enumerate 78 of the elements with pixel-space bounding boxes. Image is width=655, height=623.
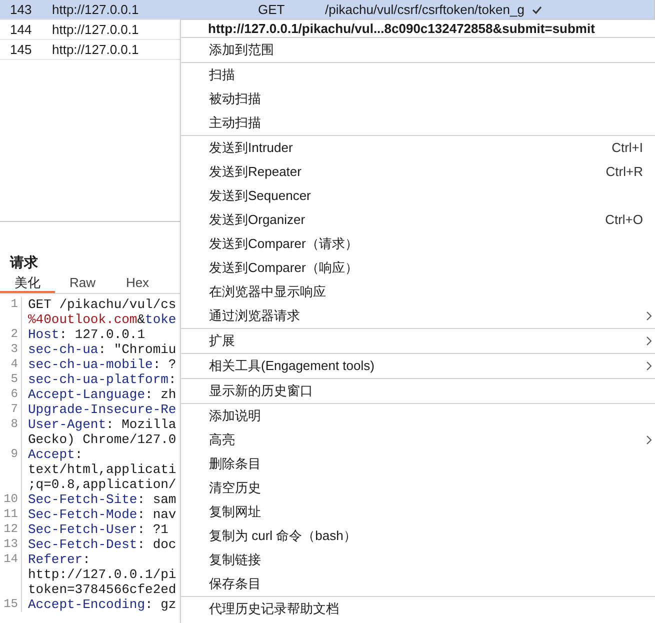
code-line: Accept-Language: zh xyxy=(28,387,176,402)
code-line: Gecko) Chrome/127.0 xyxy=(28,432,176,447)
menu-item[interactable]: 复制为 curl 命令（bash） xyxy=(181,524,655,548)
tab[interactable]: 美化 xyxy=(0,274,55,293)
table-cell-text: http://127.0.0.1 xyxy=(52,40,140,59)
code-line: text/html,applicati xyxy=(28,462,176,477)
menu-item[interactable]: 主动扫描 xyxy=(181,111,655,135)
line-number: 7 xyxy=(10,402,19,417)
line-number: 9 xyxy=(10,447,19,462)
code-line: ;q=0.8,application/ xyxy=(28,477,176,492)
line-number: 11 xyxy=(2,507,19,522)
line-number: 15 xyxy=(2,597,19,612)
code-line: GET /pikachu/vul/cs xyxy=(28,297,176,312)
code-line: %40outlook.com&toke xyxy=(28,312,176,327)
tab[interactable]: Raw xyxy=(55,274,110,293)
menu-item[interactable]: 发送到Comparer（响应） xyxy=(181,256,655,280)
code-line: User-Agent: Mozilla xyxy=(28,417,176,432)
line-number: 3 xyxy=(10,342,19,357)
check-icon xyxy=(532,6,542,14)
code-line: Sec-Fetch-Site: sam xyxy=(28,492,176,507)
code-line: Sec-Fetch-Mode: nav xyxy=(28,507,176,522)
table-cell-text: /pikachu/vul/csrf/csrftoken/token_g xyxy=(325,0,524,19)
code-line: Sec-Fetch-User: ?1 xyxy=(28,522,170,537)
code-line: sec-ch-ua-mobile: ? xyxy=(28,357,176,372)
menu-item[interactable]: 扩展 xyxy=(181,329,655,353)
table-cell-text: 145 xyxy=(10,40,33,59)
code-line: Host: 127.0.0.1 xyxy=(28,327,146,342)
table-cell-text: 144 xyxy=(10,20,33,39)
table-row[interactable]: 143 http://127.0.0.1 GET /pikachu/vul/csrf/csrftoken/token_g xyxy=(0,0,654,20)
menu-item[interactable]: 发送到Repeater Ctrl+R xyxy=(181,160,655,184)
line-number: 1 xyxy=(10,297,19,312)
shortcut-label: Ctrl+R xyxy=(606,163,643,182)
menu-item[interactable]: 高亮 xyxy=(181,428,655,452)
code-line: Referer: xyxy=(28,552,92,567)
code-line: sec-ch-ua: "Chromiu xyxy=(28,342,176,357)
table-cell-text: http://127.0.0.1 xyxy=(52,20,140,39)
shortcut-label: Ctrl+O xyxy=(605,211,643,230)
menu-item[interactable]: 添加到范围 xyxy=(181,38,655,62)
code-line: sec-ch-ua-platform: xyxy=(28,372,176,387)
menu-item[interactable]: 被动扫描 xyxy=(181,87,655,111)
line-number: 2 xyxy=(10,327,19,342)
tab[interactable]: Hex xyxy=(110,274,165,293)
panel-title: 请求 xyxy=(10,254,38,270)
line-number: 4 xyxy=(10,357,19,372)
line-number: 8 xyxy=(10,417,19,432)
table-cell-text: http://127.0.0.1 xyxy=(52,0,140,19)
line-number: 10 xyxy=(2,492,19,507)
menu-header: http://127.0.0.1/pikachu/vul...8c090c132472858&submit=submit xyxy=(207,20,596,37)
menu-item[interactable]: 复制链接 xyxy=(181,548,655,572)
menu-item[interactable]: 发送到Intruder Ctrl+I xyxy=(181,136,655,160)
menu-item[interactable]: 添加说明 xyxy=(181,404,655,428)
menu-item[interactable]: 发送到Organizer Ctrl+O xyxy=(181,208,655,232)
menu-item[interactable]: 发送到Comparer（请求） xyxy=(181,232,655,256)
code-line: Accept: xyxy=(28,447,84,462)
menu-item[interactable]: 显示新的历史窗口 xyxy=(181,379,655,403)
code-line: Accept-Encoding: gz xyxy=(28,597,176,612)
table-cell-text: 143 xyxy=(10,0,33,19)
line-number: 6 xyxy=(10,387,19,402)
menu-item[interactable]: 删除条目 xyxy=(181,452,655,476)
menu-item[interactable]: 保存条目 xyxy=(181,572,655,596)
menu-item[interactable]: 通过浏览器请求 xyxy=(181,304,655,328)
line-number: 12 xyxy=(2,522,19,537)
menu-item[interactable]: 在浏览器中显示响应 xyxy=(181,280,655,304)
code-line: Sec-Fetch-Dest: doc xyxy=(28,537,176,552)
line-number: 14 xyxy=(2,552,19,567)
shortcut-label: Ctrl+I xyxy=(612,139,643,158)
code-line: Upgrade-Insecure-Re xyxy=(28,402,176,417)
code-line: token=3784566cfe2ed xyxy=(28,582,176,597)
table-cell-text: GET xyxy=(258,0,286,19)
menu-item[interactable]: 发送到Sequencer xyxy=(181,184,655,208)
code-line: http://127.0.0.1/pi xyxy=(28,567,176,582)
line-number: 13 xyxy=(2,537,19,552)
menu-item[interactable]: 代理历史记录帮助文档 xyxy=(181,597,655,621)
menu-item[interactable]: 清空历史 xyxy=(181,476,655,500)
line-number: 5 xyxy=(10,372,19,387)
menu-item[interactable]: 复制网址 xyxy=(181,500,655,524)
menu-item[interactable]: 相关工具(Engagement tools) xyxy=(181,354,655,378)
menu-item[interactable]: 扫描 xyxy=(181,63,655,87)
